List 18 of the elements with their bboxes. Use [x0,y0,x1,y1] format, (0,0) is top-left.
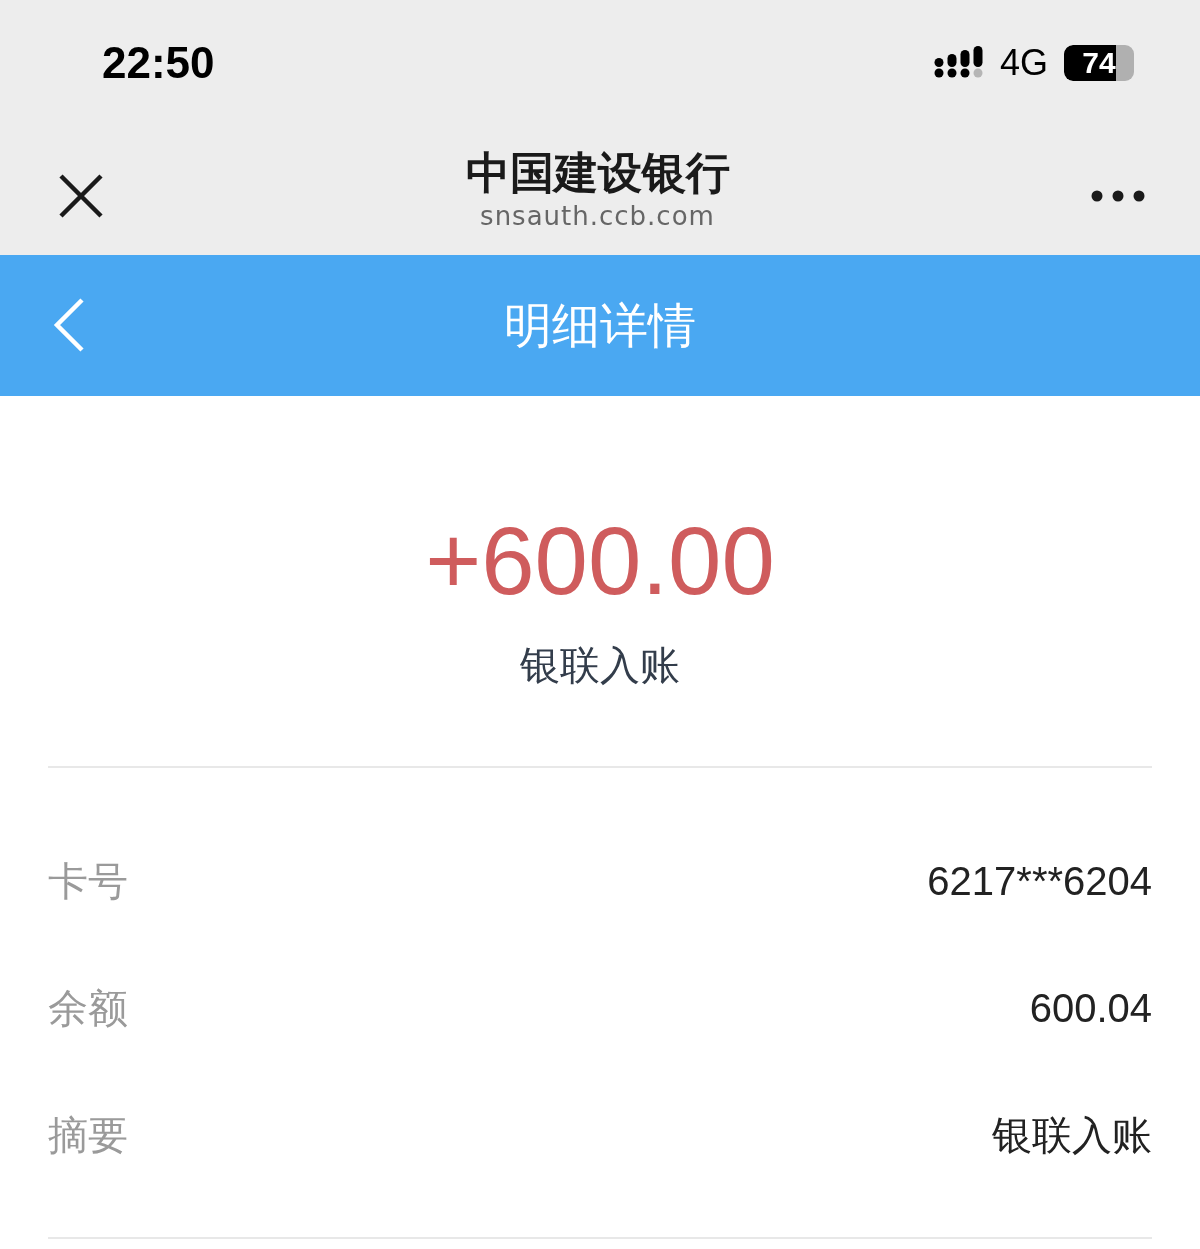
detail-label: 卡号 [48,857,128,906]
page-title: 中国建设银行 [465,147,730,199]
close-icon[interactable] [58,173,104,219]
detail-label: 余额 [48,984,128,1033]
transaction-type: 银联入账 [520,641,680,690]
status-time: 22:50 [102,37,215,88]
detail-label: 摘要 [48,1111,128,1160]
page-url: snsauth.ccb.com [480,200,715,233]
detail-value: 银联入账 [992,1112,1152,1159]
amount: +600.00 [425,506,775,616]
detail-value: 600.04 [1029,986,1152,1031]
signal-icon [933,45,984,80]
network-label: 4G [999,41,1048,84]
nav-title: 明细详情 [504,295,696,355]
battery-icon: 74 [1064,44,1134,81]
detail-value: 6217***6204 [927,859,1152,904]
back-icon[interactable] [52,297,86,353]
more-icon[interactable] [1091,190,1145,202]
